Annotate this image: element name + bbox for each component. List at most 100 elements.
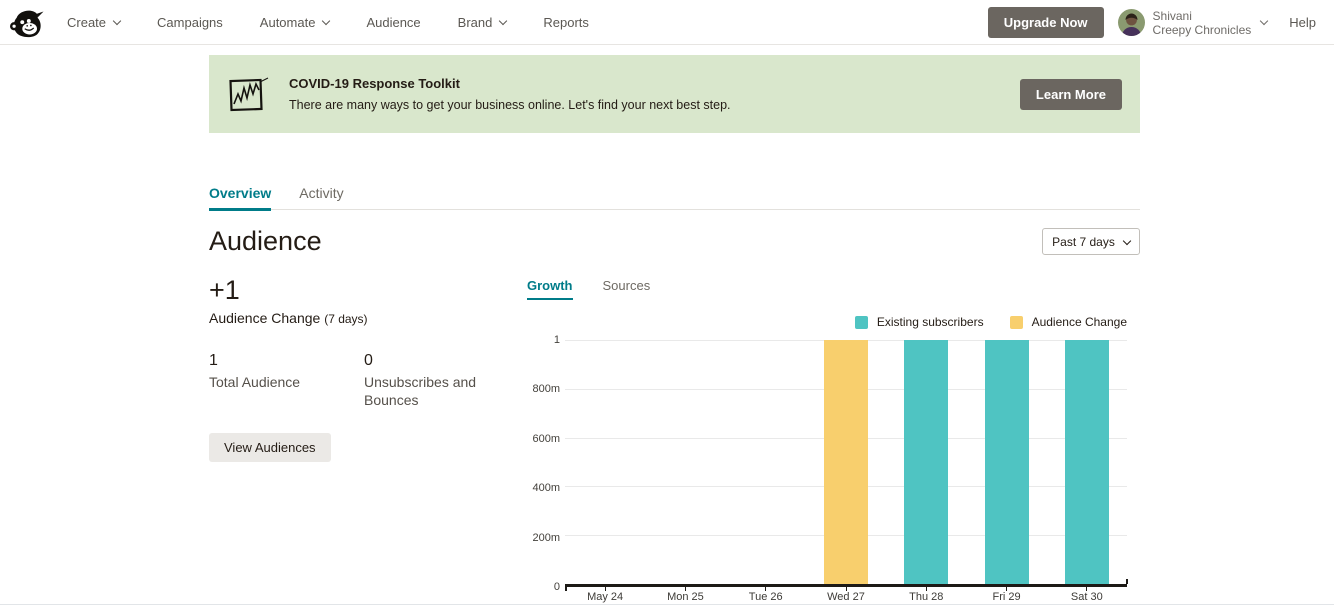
nav-item-create[interactable]: Create: [67, 15, 122, 30]
axis-tick: [925, 587, 927, 591]
bar-cell: [565, 340, 645, 584]
covid-banner: COVID-19 Response Toolkit There are many…: [209, 55, 1140, 133]
y-tick-label: 0: [553, 581, 560, 593]
x-tick-label: May 24: [587, 591, 624, 603]
y-tick-label: 800m: [532, 383, 560, 396]
x-tick-label: Thu 28: [909, 591, 944, 603]
y-tick-label: 600m: [532, 432, 560, 445]
axis-endcap-left: [565, 587, 567, 591]
audience-change-value: +1: [209, 275, 240, 305]
chevron-down-icon: [499, 16, 508, 26]
axis-tick: [1006, 587, 1008, 591]
page-title: Audience: [209, 226, 322, 256]
mailchimp-audience-overview-page: Create Campaigns Automate Audience Brand Repo…: [0, 0, 1334, 611]
nav-item-label: Brand: [457, 15, 493, 30]
x-tick-label: Wed 27: [827, 591, 865, 603]
x-tick-label: Fri 29: [992, 591, 1021, 603]
legend-swatch: [1009, 315, 1023, 329]
upgrade-now-button[interactable]: Upgrade Now: [987, 7, 1104, 38]
total-audience-label: Total Audience: [209, 374, 301, 390]
nav-item-reports[interactable]: Reports: [543, 15, 589, 30]
tab-overview[interactable]: Overview: [209, 185, 272, 211]
unsubscribes-value: 0: [364, 352, 373, 369]
y-tick-label: 1: [553, 334, 560, 346]
y-tick-label: 200m: [532, 531, 560, 544]
account-menu[interactable]: Shivani Creepy Chronicles: [1117, 8, 1269, 37]
date-range-dropdown[interactable]: Past 7 days: [1042, 228, 1140, 255]
nav-item-automate[interactable]: Automate: [259, 15, 331, 30]
x-tick-label: Mon 25: [667, 591, 704, 603]
axis-tick: [845, 587, 847, 591]
bar-cell: [886, 340, 966, 584]
axis-tick: [765, 587, 767, 591]
axis-tick: [684, 587, 686, 591]
mailchimp-logo[interactable]: [10, 5, 46, 41]
plot-wrap: 1 800m 600m 400m 200m 0 May 24 Mon 25 Tue 26 Wed…: [527, 334, 1140, 603]
banner-text: COVID-19 Response Toolkit There are many…: [289, 76, 731, 112]
total-audience-stat: 1 Total Audience: [209, 352, 364, 409]
bar-cell: [645, 340, 725, 584]
date-range-value: Past 7 days: [1052, 234, 1115, 249]
page-tabs: Overview Activity: [209, 185, 1140, 211]
legend-label: Audience Change: [1031, 315, 1127, 329]
y-axis-labels: 1 800m 600m 400m 200m 0: [527, 334, 560, 593]
help-link[interactable]: Help: [1289, 15, 1316, 30]
primary-nav: Create Campaigns Automate Audience Brand Repo…: [67, 0, 589, 45]
growth-chart-section: Growth Sources Existing subscribers Audien…: [527, 278, 1140, 608]
nav-item-label: Create: [67, 15, 107, 30]
chevron-down-icon: [1122, 236, 1132, 245]
chevron-down-icon: [1260, 16, 1269, 26]
avatar: [1117, 9, 1145, 36]
view-audiences-button[interactable]: View Audiences: [209, 433, 331, 462]
chart-legend: Existing subscribers Audience Change: [854, 315, 1127, 329]
y-tick-label: 400m: [532, 482, 560, 495]
bar-cell: [726, 340, 806, 584]
axis-tick: [1086, 587, 1088, 591]
x-axis-labels: May 24 Mon 25 Tue 26 Wed 27 Thu 28 Fri 29 Sat …: [565, 591, 1127, 603]
nav-item-label: Reports: [543, 15, 589, 30]
nav-item-brand[interactable]: Brand: [457, 15, 508, 30]
x-tick-label: Tue 26: [748, 591, 783, 603]
unsubscribes-stat: 0 Unsubscribes and Bounces: [364, 352, 519, 409]
user-org: Creepy Chronicles: [1152, 22, 1252, 37]
bar-cell: [806, 340, 886, 584]
chart-bars: [565, 340, 1127, 584]
nav-item-audience[interactable]: Audience: [366, 15, 420, 30]
audience-change-label: Audience Change (7 days): [209, 310, 368, 326]
bar-cell: [966, 340, 1046, 584]
nav-item-label: Campaigns: [157, 15, 223, 30]
chart-bar: [1064, 340, 1109, 584]
banner-title: COVID-19 Response Toolkit: [289, 76, 460, 91]
nav-right: Upgrade Now Shivani Creepy Chronicles He…: [987, 0, 1316, 45]
chart-plot: [565, 340, 1128, 591]
chevron-down-icon: [322, 16, 331, 26]
axis-tick: [604, 587, 606, 591]
unsubscribes-label: Unsubscribes and Bounces: [364, 374, 477, 408]
x-tick-label: Sat 30: [1070, 591, 1103, 603]
chart-tab-growth[interactable]: Growth: [527, 278, 573, 300]
user-name: Shivani: [1152, 8, 1192, 23]
chart-sketch-icon: [229, 76, 269, 112]
learn-more-button[interactable]: Learn More: [1019, 78, 1122, 110]
chart-tabs: Growth Sources: [527, 278, 1140, 300]
nav-item-label: Audience: [366, 15, 421, 30]
chart-bar: [904, 340, 949, 584]
nav-item-campaigns[interactable]: Campaigns: [157, 15, 223, 30]
legend-label: Existing subscribers: [876, 315, 984, 329]
legend-swatch: [854, 315, 868, 329]
bar-cell: [1047, 340, 1127, 584]
audience-stats: +1 Audience Change (7 days) 1 Total Audi…: [209, 276, 519, 462]
bottom-divider: [0, 604, 1334, 605]
freddie-monkey-icon: [10, 10, 44, 38]
chart-bar: [984, 340, 1029, 584]
total-audience-value: 1: [209, 352, 218, 369]
banner-description: There are many ways to get your business…: [289, 98, 731, 112]
legend-item: Audience Change: [1009, 315, 1127, 329]
top-nav: Create Campaigns Automate Audience Brand Repo…: [0, 0, 1334, 45]
nav-item-label: Automate: [259, 15, 316, 30]
legend-item: Existing subscribers: [854, 315, 984, 329]
chart-bar: [823, 340, 868, 584]
tab-activity[interactable]: Activity: [299, 185, 343, 209]
stat-row: 1 Total Audience 0 Unsubscribes and Boun…: [209, 352, 519, 409]
chart-tab-sources[interactable]: Sources: [603, 278, 651, 300]
